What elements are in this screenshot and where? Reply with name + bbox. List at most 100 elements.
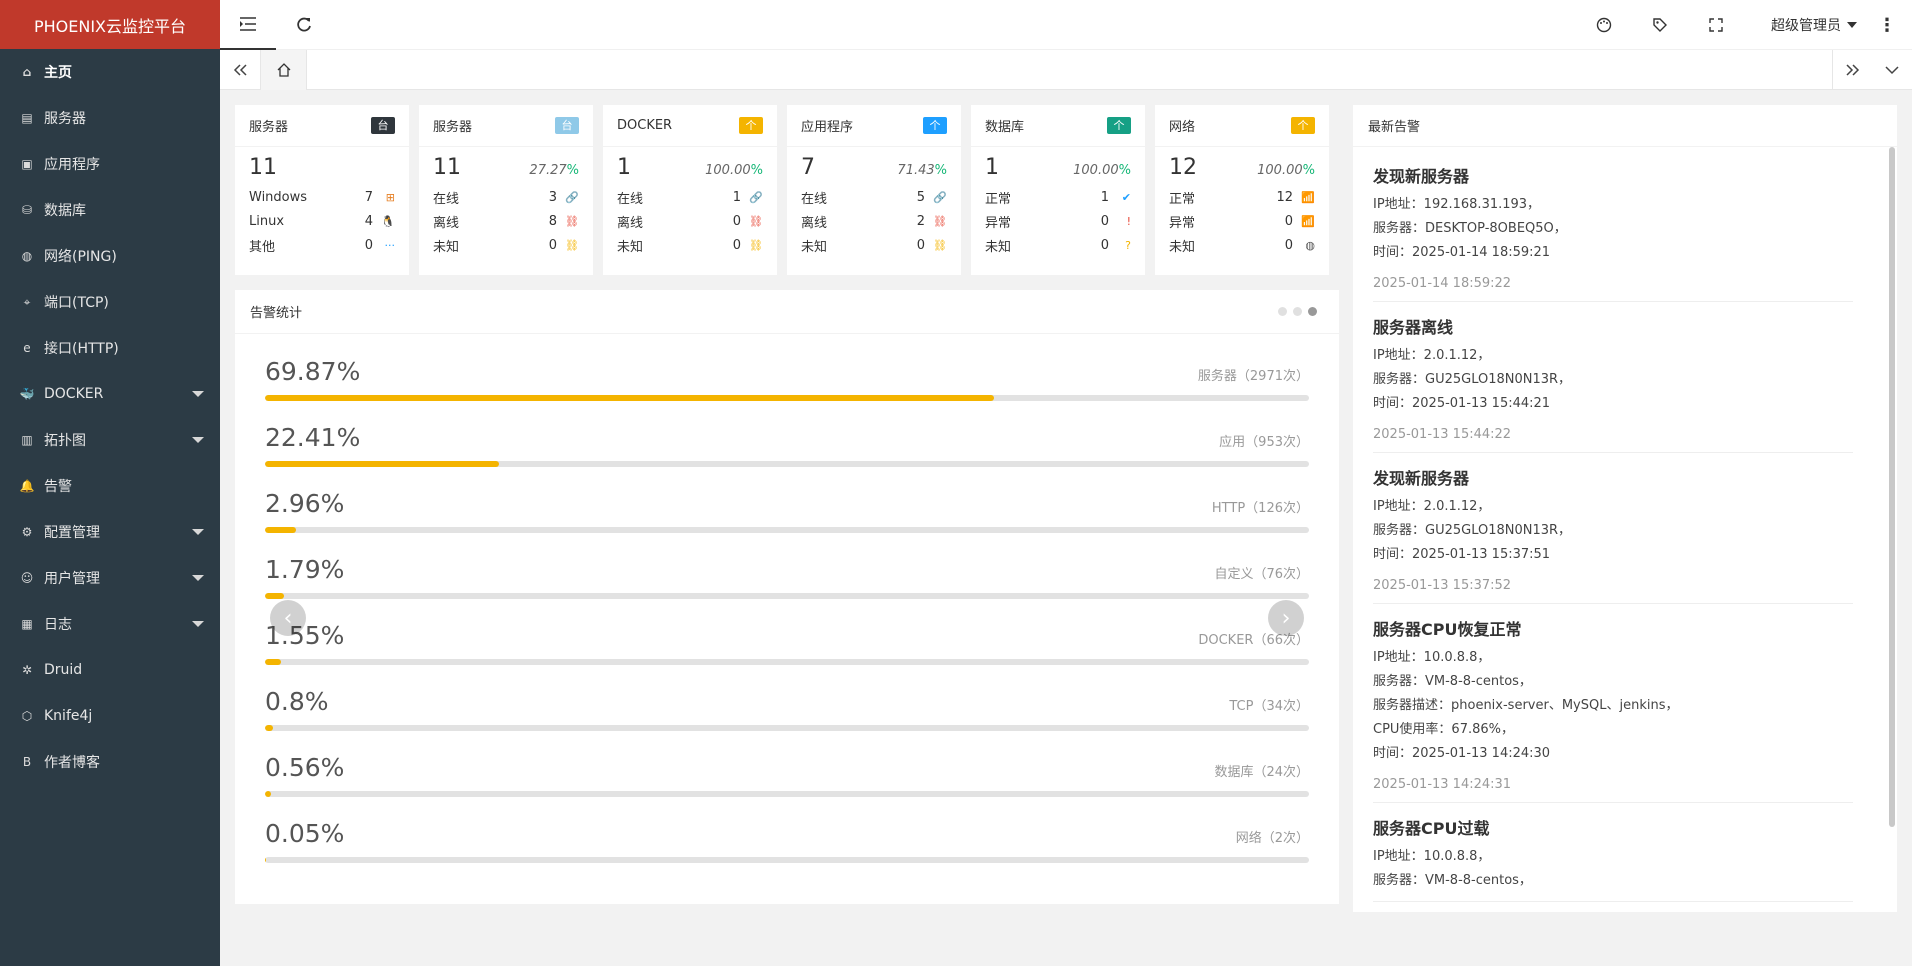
app-logo[interactable]: PHOENIX云监控平台 — [0, 0, 220, 49]
alarm-stat-percent: 1.79% — [265, 555, 345, 584]
sidebar-item-9[interactable]: 🔔 告警 — [0, 463, 220, 509]
carousel-dot[interactable] — [1278, 307, 1287, 316]
more-menu-button[interactable]: ⋮ — [1862, 0, 1912, 50]
sidebar-item-1[interactable]: ▤ 服务器 — [0, 95, 220, 141]
collapse-menu-button[interactable] — [220, 0, 276, 50]
sidebar-item-7[interactable]: 🐳 DOCKER — [0, 371, 220, 417]
alarm-stat-row: 0.05% 网络（2次） — [265, 819, 1309, 885]
sidebar-item-2[interactable]: ▣ 应用程序 — [0, 141, 220, 187]
caret-down-icon — [192, 529, 204, 535]
percent-sign: % — [1118, 163, 1131, 178]
tab-options-button[interactable] — [1872, 50, 1912, 90]
sidebar-item-label: DOCKER — [44, 386, 104, 402]
alarm-item-detail: IP地址：2.0.1.12， — [1373, 499, 1491, 514]
latest-alarms-viewport: 发现新服务器 IP地址：192.168.31.193， 服务器：DESKTOP-8O… — [1353, 147, 1889, 912]
sidebar-item-8[interactable]: ▥ 拓扑图 — [0, 417, 220, 463]
unknown-link-icon: ⛓ — [933, 238, 947, 252]
user-menu[interactable]: 超级管理员 — [1771, 0, 1857, 50]
card-stat-label: Windows — [249, 189, 308, 205]
carousel-dot[interactable] — [1293, 307, 1302, 316]
alarm-list-item[interactable]: 发现新服务器 IP地址：2.0.1.12， 服务器：GU25GLO18N0N13R，… — [1373, 465, 1853, 604]
link-icon: 🔗 — [565, 190, 579, 204]
card-total: 11 — [249, 155, 277, 180]
card-stat-value: 12 — [1276, 189, 1293, 205]
tab-scroll-left-button[interactable] — [220, 50, 260, 90]
card-header: 应用程序 个 — [787, 105, 961, 147]
card-stat-value: 2 — [916, 213, 925, 229]
alarm-list-item[interactable]: 服务器离线 IP地址：2.0.1.12， 服务器：GU25GLO18N0N13R， 时… — [1373, 314, 1853, 453]
sidebar-item-5[interactable]: ⌖ 端口(TCP) — [0, 279, 220, 325]
card-title: 数据库 — [985, 120, 1025, 135]
alarm-item-detail: 时间：2025-01-14 18:59:21 — [1373, 245, 1551, 260]
tab-scroll-right-button[interactable] — [1832, 50, 1872, 90]
card-stat-label: 正常 — [1169, 191, 1196, 207]
card-total: 1 — [617, 155, 631, 180]
sidebar-item-4[interactable]: ◍ 网络(PING) — [0, 233, 220, 279]
sidebar-item-label: 配置管理 — [44, 525, 100, 541]
sidebar-item-label: 网络(PING) — [44, 249, 117, 265]
progress-fill — [265, 659, 282, 665]
card-stat-row: Linux 4 🐧 — [249, 209, 395, 233]
chevron-right-icon: › — [1281, 605, 1291, 631]
card-stat-label: 在线 — [433, 191, 460, 207]
alarm-item-time: 2025-01-13 15:37:52 — [1373, 578, 1512, 593]
chevron-down-icon — [1885, 66, 1899, 75]
alarm-list-item[interactable]: 服务器CPU恢复正常 IP地址：10.0.8.8， 服务器：VM-8-8-cento… — [1373, 616, 1853, 803]
sidebar-item-13[interactable]: ✲ Druid — [0, 647, 220, 693]
card-title: 服务器 — [249, 120, 289, 135]
sidebar-item-12[interactable]: ▦ 日志 — [0, 601, 220, 647]
more-vertical-icon: ⋮ — [1878, 14, 1896, 36]
globe-icon: ◍ — [1305, 238, 1315, 252]
card-stat-label: 离线 — [801, 215, 828, 231]
carousel-dot-active[interactable] — [1308, 307, 1317, 316]
sidebar-item-0[interactable]: ⌂ 主页 — [0, 49, 220, 95]
caret-down-icon — [192, 391, 204, 397]
card-percent: 27.27% — [529, 163, 579, 178]
carousel-next-button[interactable]: › — [1268, 600, 1304, 636]
card-stat-row: 未知 0? — [985, 233, 1131, 257]
card-stat-label: 未知 — [801, 239, 828, 255]
card-stat-value: 1 — [1100, 189, 1109, 205]
alarm-stat-label: 数据库（24次） — [1214, 765, 1309, 780]
alarm-list-item[interactable]: 发现新服务器 IP地址：192.168.31.193， 服务器：DESKTOP-8O… — [1373, 163, 1853, 302]
sidebar-item-11[interactable]: ☺ 用户管理 — [0, 555, 220, 601]
druid-icon: ✲ — [21, 663, 33, 677]
carousel-prev-button[interactable]: ‹ — [270, 600, 306, 636]
progress-track — [265, 527, 1309, 533]
card-stat-value: 0 — [1100, 213, 1109, 229]
progress-track — [265, 791, 1309, 797]
card-header: DOCKER 个 — [603, 105, 777, 147]
sidebar-item-3[interactable]: ⛁ 数据库 — [0, 187, 220, 233]
tab-home[interactable] — [260, 50, 307, 90]
unlink-icon: ⛓ — [749, 214, 763, 228]
alarm-stat-label: 自定义（76次） — [1214, 567, 1309, 582]
alarm-stat-percent: 0.05% — [265, 819, 345, 848]
card-summary: 11 27.27% — [433, 155, 579, 185]
sidebar-item-10[interactable]: ⚙ 配置管理 — [0, 509, 220, 555]
summary-card: 服务器 台 11 Windows 7 ⊞ Linux 4 🐧 其他 0 ··· — [235, 105, 409, 275]
fullscreen-button[interactable] — [1688, 0, 1744, 50]
card-badge: 台 — [371, 117, 395, 134]
sidebar-item-14[interactable]: ⬡ Knife4j — [0, 693, 220, 739]
theme-button[interactable] — [1576, 0, 1632, 50]
card-summary: 7 71.43% — [801, 155, 947, 185]
card-body: 11 Windows 7 ⊞ Linux 4 🐧 其他 0 ··· — [235, 147, 409, 257]
tag-button[interactable] — [1632, 0, 1688, 50]
card-stat-value: 0 — [732, 213, 741, 229]
alarm-list-item[interactable]: 服务器CPU过载 IP地址：10.0.8.8， 服务器：VM-8-8-centos， — [1373, 815, 1853, 902]
sidebar-item-6[interactable]: e 接口(HTTP) — [0, 325, 220, 371]
card-stat-row: 正常 12 📶 — [1169, 185, 1315, 209]
card-stat-row: 离线 2 ⛓ — [801, 209, 947, 233]
double-chevron-left-icon — [233, 64, 247, 76]
scrollbar[interactable] — [1889, 147, 1895, 827]
card-stat-label: 未知 — [433, 239, 460, 255]
card-badge: 个 — [739, 117, 763, 134]
refresh-button[interactable] — [276, 0, 332, 50]
fullscreen-icon — [1709, 18, 1723, 32]
sidebar-item-15[interactable]: B 作者博客 — [0, 739, 220, 785]
carousel-indicators[interactable] — [1278, 307, 1317, 316]
alarm-stat-label: 服务器（2971次） — [1197, 369, 1309, 384]
card-stat-value: 0 — [916, 237, 925, 253]
palette-icon — [1596, 17, 1612, 33]
refresh-icon — [297, 17, 311, 32]
